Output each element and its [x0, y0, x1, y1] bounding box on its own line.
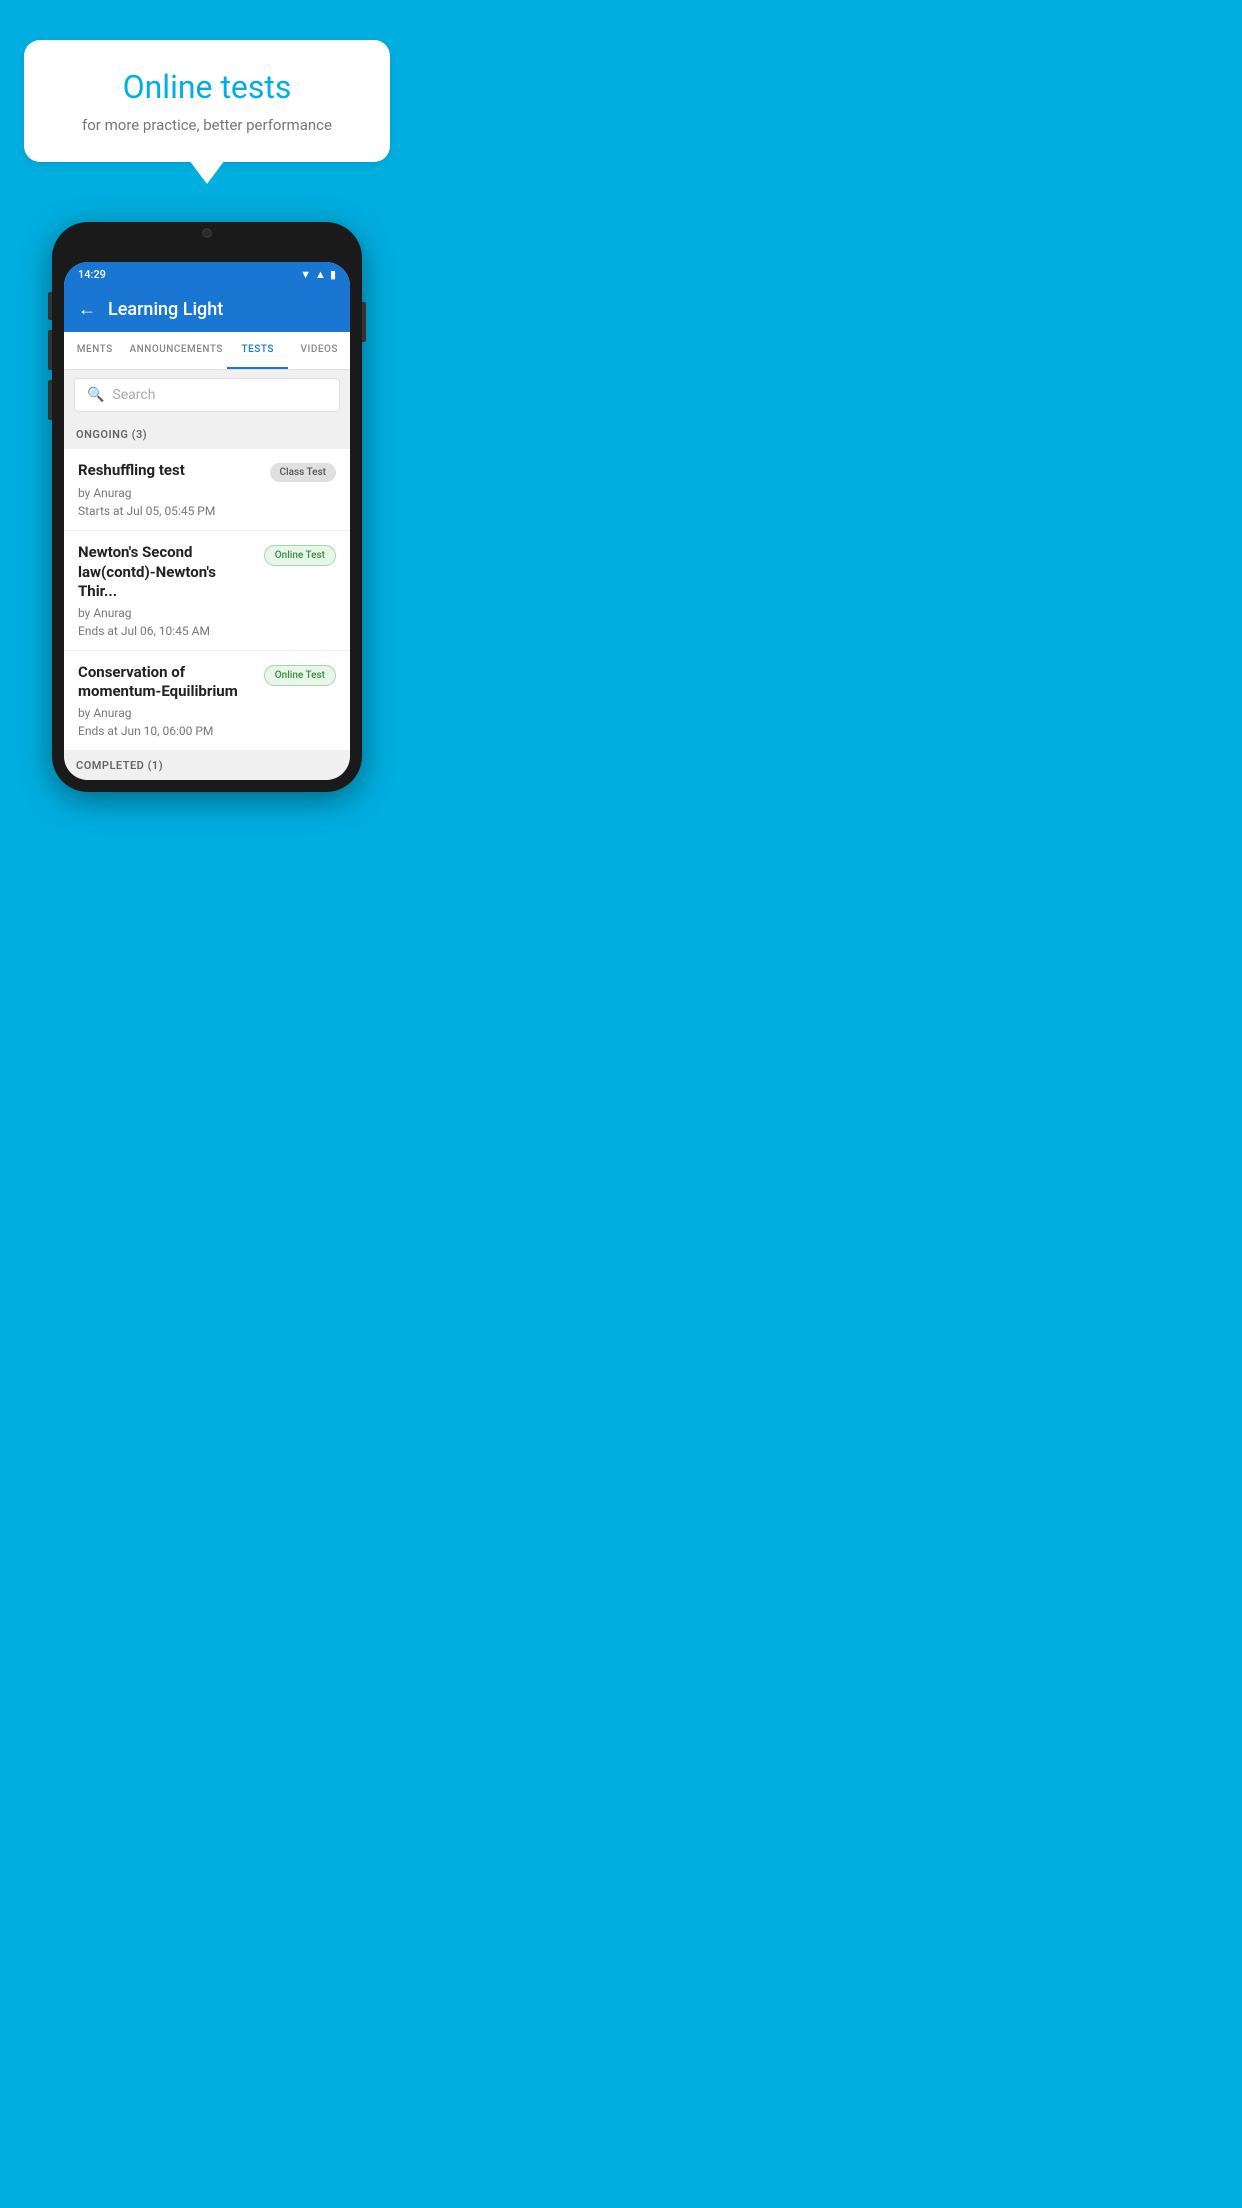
- app-bar: ← Learning Light: [64, 287, 350, 332]
- test-time-1: Starts at Jul 05, 05:45 PM: [78, 504, 336, 518]
- app-title: Learning Light: [108, 299, 223, 320]
- test-author-1: by Anurag: [78, 486, 336, 500]
- test-title-3: Conservation of momentum-Equilibrium: [78, 663, 256, 702]
- status-bar: 14:29 ▼ ▲ ▮: [64, 262, 350, 287]
- completed-section-header: COMPLETED (1): [64, 751, 350, 780]
- phone-screen: 14:29 ▼ ▲ ▮ ← Learning Light MENTS ANNOU…: [64, 262, 350, 780]
- tabs-bar: MENTS ANNOUNCEMENTS TESTS VIDEOS: [64, 332, 350, 370]
- battery-icon: ▮: [330, 268, 336, 281]
- tab-videos[interactable]: VIDEOS: [288, 332, 350, 369]
- volume-down-button: [48, 330, 52, 370]
- test-title-1: Reshuffling test: [78, 461, 262, 481]
- test-item-2-header: Newton's Second law(contd)-Newton's Thir…: [78, 543, 336, 602]
- tab-ments[interactable]: MENTS: [64, 332, 126, 369]
- tab-announcements[interactable]: ANNOUNCEMENTS: [126, 332, 227, 369]
- search-input-wrapper[interactable]: 🔍 Search: [74, 378, 340, 412]
- test-item-1[interactable]: Reshuffling test Class Test by Anurag St…: [64, 449, 350, 531]
- front-camera: [202, 228, 212, 238]
- tab-tests[interactable]: TESTS: [227, 332, 289, 369]
- test-author-3: by Anurag: [78, 706, 336, 720]
- test-author-2: by Anurag: [78, 606, 336, 620]
- phone-wrapper: 14:29 ▼ ▲ ▮ ← Learning Light MENTS ANNOU…: [0, 222, 414, 792]
- phone-notch: [177, 222, 237, 244]
- bubble-subtitle: for more practice, better performance: [56, 116, 358, 134]
- bubble-title: Online tests: [56, 68, 358, 106]
- status-time: 14:29: [78, 268, 106, 281]
- search-container: 🔍 Search: [64, 370, 350, 420]
- wifi-icon: ▼: [300, 268, 311, 281]
- test-item-1-header: Reshuffling test Class Test: [78, 461, 336, 482]
- search-icon: 🔍: [87, 387, 104, 403]
- back-button[interactable]: ←: [78, 299, 96, 320]
- power-button: [362, 302, 366, 342]
- test-item-2[interactable]: Newton's Second law(contd)-Newton's Thir…: [64, 531, 350, 651]
- volume-up-button: [48, 292, 52, 320]
- test-time-3: Ends at Jun 10, 06:00 PM: [78, 724, 336, 738]
- phone-device: 14:29 ▼ ▲ ▮ ← Learning Light MENTS ANNOU…: [52, 222, 362, 792]
- ongoing-section-header: ONGOING (3): [64, 420, 350, 449]
- search-placeholder: Search: [112, 387, 155, 403]
- test-time-2: Ends at Jul 06, 10:45 AM: [78, 624, 336, 638]
- test-item-3[interactable]: Conservation of momentum-Equilibrium Onl…: [64, 651, 350, 751]
- signal-icon: ▲: [315, 268, 326, 281]
- test-badge-3: Online Test: [264, 665, 336, 686]
- test-item-3-header: Conservation of momentum-Equilibrium Onl…: [78, 663, 336, 702]
- top-section: Online tests for more practice, better p…: [0, 0, 414, 162]
- test-badge-1: Class Test: [270, 463, 336, 482]
- test-badge-2: Online Test: [264, 545, 336, 566]
- status-icons: ▼ ▲ ▮: [300, 268, 336, 281]
- notch-area: [64, 234, 350, 262]
- speech-bubble: Online tests for more practice, better p…: [24, 40, 390, 162]
- test-title-2: Newton's Second law(contd)-Newton's Thir…: [78, 543, 256, 602]
- silent-button: [48, 380, 52, 420]
